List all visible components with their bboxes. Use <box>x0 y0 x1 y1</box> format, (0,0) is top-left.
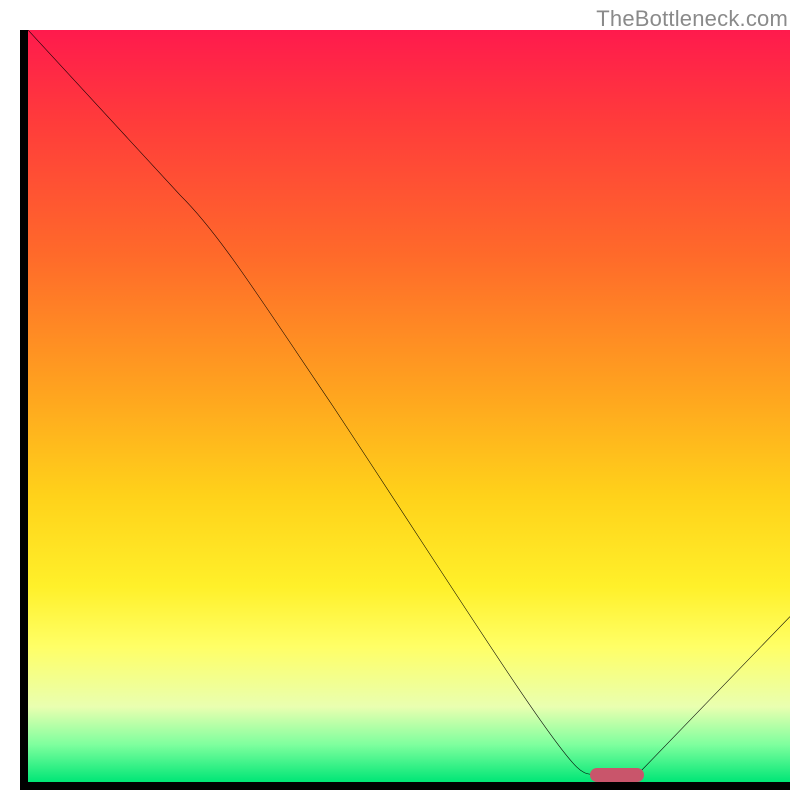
chart-container: TheBottleneck.com <box>0 0 800 800</box>
plot-area <box>20 30 790 790</box>
watermark-text: TheBottleneck.com <box>596 6 788 32</box>
axes-frame <box>20 30 790 790</box>
